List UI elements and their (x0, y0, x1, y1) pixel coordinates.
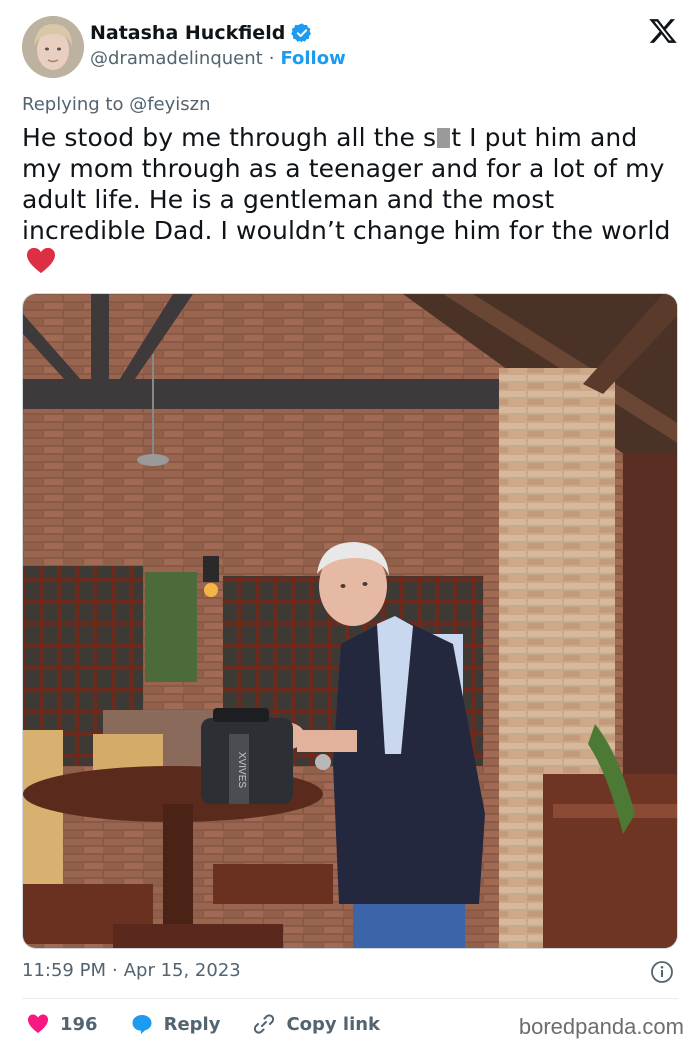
reply-bubble-icon (132, 1015, 152, 1034)
handle-separator: · (268, 48, 275, 69)
bag-label: XVIVES (236, 752, 247, 788)
handle-row: @dramadelinquent · Follow (90, 48, 346, 69)
tweet-text-part1: He stood by me through all the s (22, 123, 437, 152)
reply-button[interactable]: Reply (130, 1012, 221, 1036)
avatar-image (22, 16, 84, 78)
replying-prefix: Replying to (22, 94, 124, 115)
verified-badge-icon (291, 23, 312, 43)
x-logo-icon[interactable] (648, 16, 678, 46)
censor-block (437, 128, 451, 148)
copy-link-label: Copy link (286, 1013, 381, 1035)
timestamp-separator: · (111, 960, 118, 981)
info-icon[interactable] (650, 960, 674, 984)
tweet-text: He stood by me through all the st I put … (22, 122, 682, 277)
replying-to: Replying to @feyiszn (22, 94, 211, 115)
reply-mention-link[interactable]: @feyiszn (129, 94, 210, 115)
heart-icon (28, 1014, 48, 1033)
heart-emoji-icon (27, 247, 55, 274)
watermark: boredpanda.com (518, 1014, 684, 1039)
author-handle[interactable]: @dramadelinquent (90, 48, 263, 69)
tweet-time: 11:59 PM (22, 960, 106, 981)
reply-label: Reply (163, 1013, 221, 1035)
follow-button[interactable]: Follow (280, 48, 345, 69)
photo-image: XVIVES (23, 294, 677, 948)
tweet-date: Apr 15, 2023 (123, 960, 241, 981)
like-button[interactable]: 196 (26, 1012, 98, 1036)
timestamp-row[interactable]: 11:59 PM · Apr 15, 2023 (22, 960, 241, 981)
like-count: 196 (60, 1013, 98, 1035)
display-name[interactable]: Natasha Huckfield (90, 22, 285, 44)
author-name-row: Natasha Huckfield (90, 22, 313, 44)
link-icon (254, 1014, 275, 1034)
action-bar: 196 Reply Copy link (26, 1012, 412, 1036)
avatar[interactable] (22, 16, 84, 78)
divider (22, 998, 678, 999)
tweet-photo[interactable]: XVIVES (22, 293, 678, 949)
copy-link-button[interactable]: Copy link (252, 1012, 380, 1036)
tweet-card: Natasha Huckfield @dramadelinquent · Fol… (0, 0, 700, 1051)
